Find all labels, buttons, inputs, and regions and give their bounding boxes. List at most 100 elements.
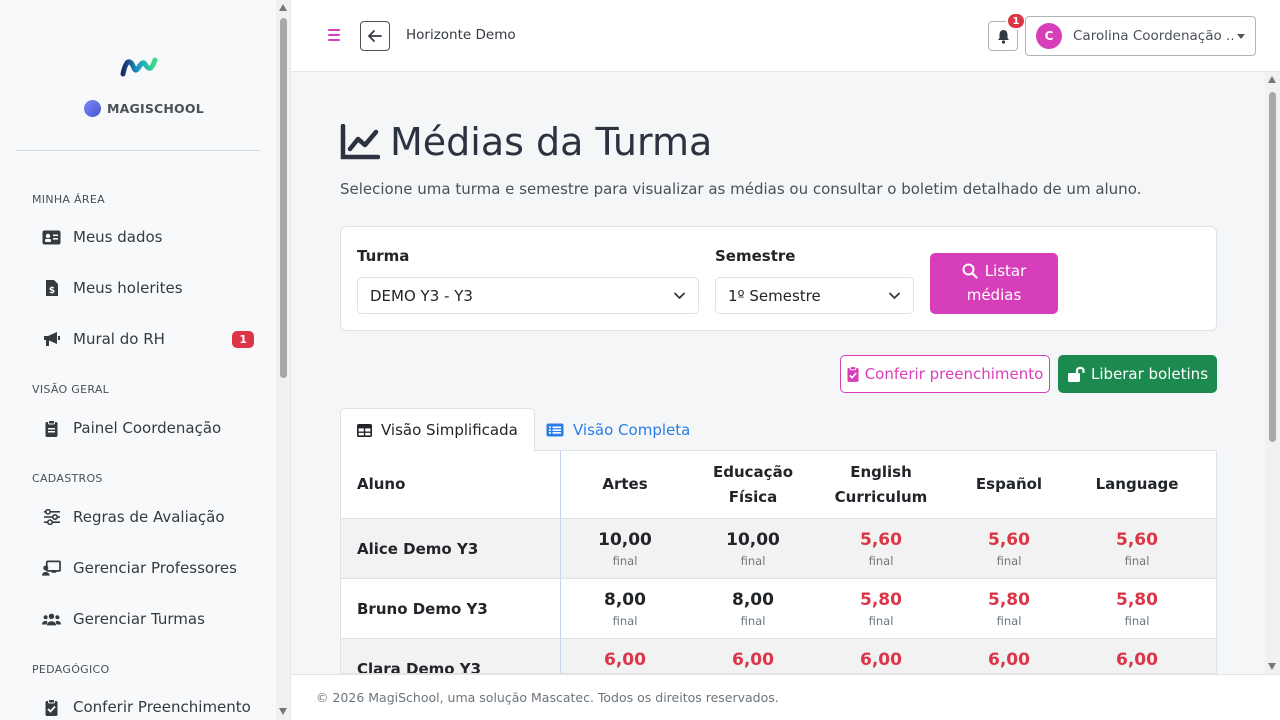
table-row[interactable]: Clara Demo Y36,00final6,00final6,00final… [341, 639, 1216, 673]
grade-cell: 6,00final [1073, 639, 1201, 673]
list-icon [546, 423, 564, 437]
sidebar-item-conferir-preenchimento[interactable]: Conferir Preenchimento [42, 698, 254, 716]
grade-value: 5,80 [988, 589, 1030, 610]
users-icon [42, 610, 61, 628]
chevron-down-icon [674, 292, 685, 299]
section-cadastros: CADASTROS [32, 472, 103, 485]
brand-name: MAGISCHOOL [107, 101, 204, 116]
column-header-subject: Language [1095, 475, 1179, 493]
liberar-boletins-button[interactable]: Liberar boletins [1058, 355, 1217, 393]
turma-label: Turma [357, 247, 410, 265]
listar-medias-button[interactable]: Listar médias [930, 253, 1058, 314]
mural-badge: 1 [232, 330, 254, 348]
file-invoice-dollar-icon: $ [42, 279, 61, 297]
back-button[interactable] [360, 21, 390, 51]
grade-cell: 6,00final [689, 639, 817, 673]
table-row[interactable]: Bruno Demo Y3 8,00 final 8,00 final 5,80 final… [341, 579, 1216, 639]
clipboard-check-icon [42, 698, 61, 716]
chart-line-icon [340, 124, 380, 160]
brand: MAGISCHOOL [84, 100, 204, 117]
chevron-down-icon [889, 292, 900, 299]
final-label: final [868, 613, 894, 628]
sidebar-scrollbar[interactable] [276, 0, 290, 720]
grade-value: 6,00 [732, 649, 774, 670]
footer: © 2026 MagiSchool, uma solução Mascatec.… [291, 674, 1280, 720]
hamburger-menu-icon[interactable] [328, 29, 340, 44]
column-header-subject: English Curriculum [834, 462, 928, 506]
scroll-up-arrow-icon[interactable] [1268, 76, 1276, 83]
semestre-select-value: 1º Semestre [728, 286, 821, 305]
table-row[interactable]: Alice Demo Y3 10,00 final 10,00 final 5,60 fin… [341, 519, 1216, 579]
grade-value: 5,60 [988, 529, 1030, 550]
grade-value: 5,60 [860, 529, 902, 550]
scroll-up-arrow-icon[interactable] [279, 4, 287, 11]
final-label: final [612, 553, 638, 568]
search-icon [962, 263, 978, 279]
final-label: final [612, 613, 638, 628]
semestre-select[interactable]: 1º Semestre [715, 277, 914, 314]
column-header-subject: Educação Física [713, 462, 793, 506]
listar-label: Listar [984, 262, 1027, 280]
column-header-subject: Artes [602, 475, 648, 493]
grade-cell: 5,80 final [817, 579, 945, 638]
grade-value: 5,80 [860, 589, 902, 610]
student-name: Clara Demo Y3 [341, 639, 561, 673]
tab-label: Visão Simplificada [381, 421, 518, 439]
turma-select[interactable]: DEMO Y3 - Y3 [357, 277, 699, 314]
sidebar-item-meus-holerites[interactable]: $ Meus holerites [42, 279, 254, 297]
grade-cell: 8,00 final [561, 579, 689, 638]
section-visao-geral: VISÃO GERAL [32, 383, 110, 396]
page-title-text: Médias da Turma [390, 120, 713, 164]
magischool-logo [120, 57, 158, 77]
main-scroll-thumb[interactable] [1269, 92, 1276, 442]
sidebar-item-label: Conferir Preenchimento [73, 698, 251, 716]
sidebar-item-label: Mural do RH [73, 330, 165, 348]
grade-value: 6,00 [860, 649, 902, 670]
chalkboard-teacher-icon [42, 559, 61, 577]
topbar: Horizonte Demo 1 C Carolina Coordenação … [291, 0, 1280, 72]
sidebar-item-label: Gerenciar Professores [73, 559, 237, 577]
column-header-subject: Español [975, 475, 1043, 493]
grade-value: 5,80 [1116, 589, 1158, 610]
final-label: final [996, 553, 1022, 568]
id-card-icon [42, 228, 61, 246]
sidebar-item-label: Regras de Avaliação [73, 508, 225, 526]
sidebar-item-gerenciar-professores[interactable]: Gerenciar Professores [42, 559, 254, 577]
grade-value: 6,00 [1116, 649, 1158, 670]
main-scrollbar[interactable] [1265, 72, 1280, 674]
sidebar-item-label: Meus holerites [73, 279, 183, 297]
grade-value: 6,00 [988, 649, 1030, 670]
sidebar: MAGISCHOOL MINHA ÁREA Meus dados $ Meus … [0, 0, 291, 720]
grade-value: 10,00 [726, 529, 780, 550]
sidebar-item-gerenciar-turmas[interactable]: Gerenciar Turmas [42, 610, 254, 628]
sidebar-item-mural-do-rh[interactable]: Mural do RH 1 [42, 330, 254, 348]
grade-cell: 5,60 final [817, 519, 945, 578]
scroll-down-arrow-icon[interactable] [1268, 663, 1276, 670]
unlock-icon [1067, 366, 1085, 382]
medias-label: médias [966, 286, 1022, 304]
tab-visao-completa[interactable]: Visão Completa [530, 408, 706, 452]
final-label: final [996, 613, 1022, 628]
table-icon [357, 423, 372, 437]
sidebar-item-regras-de-avaliacao[interactable]: Regras de Avaliação [42, 508, 254, 526]
grade-cell: 5,80 final [945, 579, 1073, 638]
medias-table: Aluno Artes Educação Física English Curric… [340, 450, 1217, 674]
scroll-down-arrow-icon[interactable] [279, 708, 287, 715]
grade-value: 8,00 [732, 589, 774, 610]
turma-select-value: DEMO Y3 - Y3 [370, 286, 473, 305]
grade-cell: 6,00final [945, 639, 1073, 673]
footer-text: © 2026 MagiSchool, uma solução Mascatec.… [316, 690, 779, 705]
grade-cell: 6,00final [561, 639, 689, 673]
sidebar-item-meus-dados[interactable]: Meus dados [42, 228, 254, 246]
grade-value: 5,60 [1116, 529, 1158, 550]
final-label: final [1124, 613, 1150, 628]
sidebar-scroll-thumb[interactable] [280, 18, 287, 378]
filter-card: Turma DEMO Y3 - Y3 Semestre 1º Semestre … [340, 226, 1217, 331]
grade-value: 10,00 [598, 529, 652, 550]
sidebar-item-label: Painel Coordenação [73, 419, 222, 437]
tab-visao-simplificada[interactable]: Visão Simplificada [340, 408, 535, 452]
user-menu-dropdown[interactable]: C Carolina Coordenação ... [1025, 16, 1256, 56]
conferir-preenchimento-button[interactable]: Conferir preenchimento [840, 355, 1050, 393]
sidebar-item-painel-coordenacao[interactable]: Painel Coordenação [42, 419, 254, 437]
arrow-left-icon [368, 30, 382, 42]
